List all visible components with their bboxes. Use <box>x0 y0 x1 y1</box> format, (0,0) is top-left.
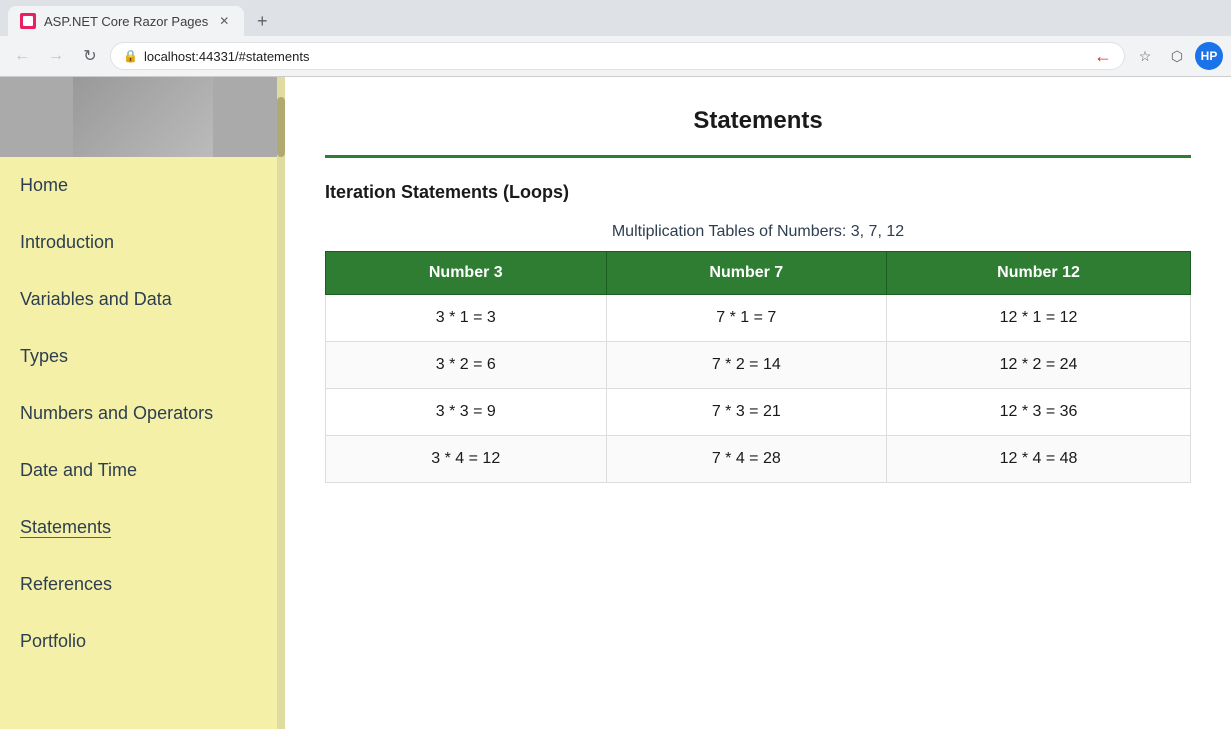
profile-button[interactable]: HP <box>1195 42 1223 70</box>
table-cell-r1c1: 7 * 2 = 14 <box>606 342 887 389</box>
table-row: 3 * 2 = 67 * 2 = 1412 * 2 = 24 <box>326 342 1191 389</box>
table-cell-r3c1: 7 * 4 = 28 <box>606 436 887 483</box>
sidebar-scrollbar[interactable] <box>277 77 285 729</box>
table-cell-r0c0: 3 * 1 = 3 <box>326 295 607 342</box>
page-body: HomeIntroductionVariables and DataTypesN… <box>0 77 1231 729</box>
table-cell-r2c1: 7 * 3 = 21 <box>606 389 887 436</box>
table-row: 3 * 4 = 127 * 4 = 2812 * 4 = 48 <box>326 436 1191 483</box>
section-heading: Iteration Statements (Loops) <box>325 182 1191 203</box>
table-cell-r2c2: 12 * 3 = 36 <box>887 389 1191 436</box>
table-cell-r1c0: 3 * 2 = 6 <box>326 342 607 389</box>
col-header-2: Number 12 <box>887 252 1191 295</box>
sidebar-item-variables-and-data[interactable]: Variables and Data <box>0 271 285 328</box>
table-cell-r3c2: 12 * 4 = 48 <box>887 436 1191 483</box>
sidebar-item-home[interactable]: Home <box>0 157 285 214</box>
table-cell-r2c0: 3 * 3 = 9 <box>326 389 607 436</box>
sidebar-avatar-area <box>0 77 285 157</box>
tab-bar: ASP.NET Core Razor Pages ✕ + <box>0 0 1231 36</box>
url-arrow: ← <box>1094 46 1112 67</box>
avatar-image <box>73 77 213 157</box>
new-tab-button[interactable]: + <box>248 7 276 35</box>
bookmark-icon[interactable]: ☆ <box>1131 42 1159 70</box>
lock-icon: 🔒 <box>123 49 138 63</box>
table-cell-r1c2: 12 * 2 = 24 <box>887 342 1191 389</box>
tab-title: ASP.NET Core Razor Pages <box>44 14 208 29</box>
table-row: 3 * 3 = 97 * 3 = 2112 * 3 = 36 <box>326 389 1191 436</box>
table-body: 3 * 1 = 37 * 1 = 712 * 1 = 123 * 2 = 67 … <box>326 295 1191 483</box>
url-text: localhost:44331/#statements <box>144 49 1086 64</box>
col-header-0: Number 3 <box>326 252 607 295</box>
toolbar-icons: ☆ ⬡ HP <box>1131 42 1223 70</box>
sidebar-item-numbers-and-operators[interactable]: Numbers and Operators <box>0 385 285 442</box>
sidebar-item-statements[interactable]: Statements <box>0 499 285 556</box>
sidebar-item-references[interactable]: References <box>0 556 285 613</box>
sidebar: HomeIntroductionVariables and DataTypesN… <box>0 77 285 729</box>
forward-button[interactable]: → <box>42 42 70 70</box>
active-tab[interactable]: ASP.NET Core Razor Pages ✕ <box>8 6 244 36</box>
table-cell-r3c0: 3 * 4 = 12 <box>326 436 607 483</box>
sidebar-item-portfolio[interactable]: Portfolio <box>0 613 285 670</box>
table-cell-r0c2: 12 * 1 = 12 <box>887 295 1191 342</box>
reload-button[interactable]: ↻ <box>76 42 104 70</box>
sidebar-item-date-and-time[interactable]: Date and Time <box>0 442 285 499</box>
green-divider <box>325 155 1191 158</box>
nav-list: HomeIntroductionVariables and DataTypesN… <box>0 157 285 670</box>
browser-chrome: ASP.NET Core Razor Pages ✕ + ← → ↻ 🔒 loc… <box>0 0 1231 77</box>
table-cell-r0c1: 7 * 1 = 7 <box>606 295 887 342</box>
extension-icon[interactable]: ⬡ <box>1163 42 1191 70</box>
tab-close-button[interactable]: ✕ <box>216 13 232 29</box>
table-row: 3 * 1 = 37 * 1 = 712 * 1 = 12 <box>326 295 1191 342</box>
table-header-row: Number 3Number 7Number 12 <box>326 252 1191 295</box>
multiplication-table: Number 3Number 7Number 12 3 * 1 = 37 * 1… <box>325 251 1191 483</box>
main-content: Statements Iteration Statements (Loops) … <box>285 77 1231 729</box>
table-header: Number 3Number 7Number 12 <box>326 252 1191 295</box>
sidebar-item-types[interactable]: Types <box>0 328 285 385</box>
table-caption: Multiplication Tables of Numbers: 3, 7, … <box>325 223 1191 241</box>
sidebar-scrollbar-thumb <box>277 97 285 157</box>
address-box[interactable]: 🔒 localhost:44331/#statements ← <box>110 42 1125 70</box>
col-header-1: Number 7 <box>606 252 887 295</box>
sidebar-item-introduction[interactable]: Introduction <box>0 214 285 271</box>
address-bar-row: ← → ↻ 🔒 localhost:44331/#statements ← ☆ … <box>0 36 1231 76</box>
tab-favicon <box>20 13 36 29</box>
page-title: Statements <box>325 107 1191 135</box>
back-button[interactable]: ← <box>8 42 36 70</box>
